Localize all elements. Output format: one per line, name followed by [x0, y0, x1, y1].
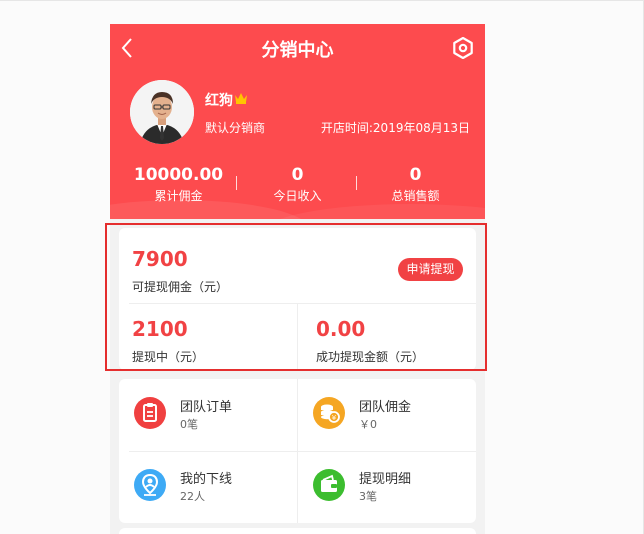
menu-card: 团队订单 0笔 ¥ 团队佣金 ￥0 我的下线 22人 提现明细 3笔 — [119, 379, 476, 523]
menu-label: 提现明细 — [359, 472, 412, 487]
avatar[interactable] — [130, 80, 194, 144]
menu-sub: 3笔 — [359, 490, 377, 503]
stat-label: 累计佣金 — [154, 189, 203, 203]
coins-icon: ¥ — [313, 397, 345, 429]
gear-icon — [453, 36, 473, 60]
wallet-icon — [313, 469, 345, 501]
stat-label: 今日收入 — [273, 189, 322, 203]
page-title: 分销中心 — [261, 40, 334, 61]
stat-today-income: 0 今日收入 — [235, 164, 360, 205]
stat-value: 0 — [291, 165, 304, 185]
stat-value: 0 — [409, 165, 422, 185]
order-icon — [134, 397, 166, 429]
header-wave — [260, 204, 485, 219]
header-banner: 分销中心 红狗 默认分销商 开店时间:2019年08月13日 10000.00 … — [110, 24, 485, 219]
menu-item-withdraw-details[interactable]: 提现明细 3笔 — [298, 451, 476, 523]
menu-label: 团队订单 — [180, 400, 233, 415]
divider — [129, 451, 476, 452]
settings-button[interactable] — [452, 36, 474, 60]
top-border — [0, 0, 644, 1]
menu-item-team-commission[interactable]: ¥ 团队佣金 ￥0 — [298, 379, 476, 451]
menu-item-my-downline[interactable]: 我的下线 22人 — [119, 451, 297, 523]
highlight-box — [105, 223, 487, 371]
user-photo — [130, 80, 194, 144]
crown-icon — [235, 93, 247, 104]
user-location-icon — [134, 469, 166, 501]
stat-total-sales: 0 总销售额 — [353, 164, 478, 205]
menu-label: 我的下线 — [180, 472, 233, 487]
store-open-date: 开店时间:2019年08月13日 — [320, 121, 470, 135]
menu-sub: 0笔 — [180, 418, 198, 431]
menu-sub: ￥0 — [359, 418, 377, 431]
menu-label: 团队佣金 — [359, 400, 412, 415]
next-card — [119, 528, 476, 534]
stat-label: 总销售额 — [391, 189, 440, 203]
svg-text:¥: ¥ — [332, 414, 337, 422]
menu-item-team-orders[interactable]: 团队订单 0笔 — [119, 379, 297, 451]
user-name: 红狗 — [205, 93, 233, 109]
menu-sub: 22人 — [180, 490, 205, 503]
stat-value: 10000.00 — [133, 165, 224, 185]
divider — [297, 379, 298, 523]
stat-total-commission: 10000.00 累计佣金 — [116, 164, 241, 205]
distributor-role: 默认分销商 — [205, 121, 266, 135]
